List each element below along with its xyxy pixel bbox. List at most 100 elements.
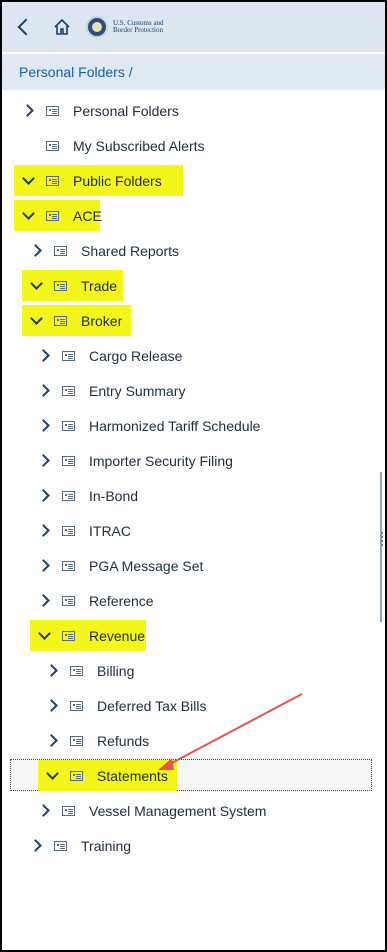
chevron-down-icon[interactable] xyxy=(38,618,52,653)
tree-item-label[interactable]: Shared Reports xyxy=(81,243,179,259)
tree-row[interactable]: Cargo Release xyxy=(2,338,385,373)
pane-divider[interactable] xyxy=(380,472,382,622)
tree-row[interactable]: Harmonized Tariff Schedule xyxy=(2,408,385,443)
tree-item-label[interactable]: Refunds xyxy=(97,733,149,749)
folder-icon xyxy=(54,840,67,851)
folder-icon xyxy=(62,490,75,501)
breadcrumb: Personal Folders / xyxy=(2,54,385,90)
chevron-right-icon[interactable] xyxy=(30,233,44,268)
tree-item-label[interactable]: ITRAC xyxy=(89,523,131,539)
tree-item-label[interactable]: Deferred Tax Bills xyxy=(97,698,206,714)
folder-icon xyxy=(62,560,75,571)
tree-item-label[interactable]: Billing xyxy=(97,663,134,679)
folder-icon xyxy=(62,420,75,431)
folder-icon xyxy=(62,385,75,396)
folder-icon xyxy=(62,350,75,361)
tree-row[interactable]: In-Bond xyxy=(2,478,385,513)
folder-icon xyxy=(46,210,59,221)
chevron-down-icon[interactable] xyxy=(22,198,36,233)
chevron-right-icon[interactable] xyxy=(46,688,60,723)
breadcrumb-link[interactable]: Personal Folders / xyxy=(19,64,133,80)
tree-item-label[interactable]: Harmonized Tariff Schedule xyxy=(89,418,260,434)
tree-item-label[interactable]: PGA Message Set xyxy=(89,558,203,574)
tree-item-label[interactable]: Revenue xyxy=(89,628,145,644)
folder-icon xyxy=(46,140,59,151)
tree-item-label[interactable]: Trade xyxy=(81,278,117,294)
folder-icon xyxy=(62,595,75,606)
folder-icon xyxy=(54,315,67,326)
folder-icon xyxy=(70,665,83,676)
tree-item-label[interactable]: Cargo Release xyxy=(89,348,182,364)
tree-row[interactable]: Public Folders xyxy=(2,163,385,198)
tree-row[interactable]: Refunds xyxy=(2,723,385,758)
tree-row[interactable]: Billing xyxy=(2,653,385,688)
chevron-right-icon[interactable] xyxy=(38,793,52,828)
chevron-right-icon[interactable] xyxy=(38,513,52,548)
folder-icon xyxy=(62,455,75,466)
tree-item-label[interactable]: My Subscribed Alerts xyxy=(73,138,205,154)
tree-row[interactable]: Personal Folders xyxy=(2,93,385,128)
resize-grip-icon[interactable] xyxy=(381,532,385,546)
chevron-right-icon[interactable] xyxy=(46,723,60,758)
tree-item-label[interactable]: Statements xyxy=(97,768,168,784)
chevron-right-icon[interactable] xyxy=(38,443,52,478)
tree-row[interactable]: Statements xyxy=(2,758,385,793)
tree-row[interactable]: Importer Security Filing xyxy=(2,443,385,478)
tree-row[interactable]: Trade xyxy=(2,268,385,303)
chevron-right-icon[interactable] xyxy=(38,408,52,443)
app-frame: U.S. Customs and Border Protection Perso… xyxy=(0,0,387,952)
tree-row[interactable]: Revenue xyxy=(2,618,385,653)
tree-item-label[interactable]: In-Bond xyxy=(89,488,138,504)
tree-item-label[interactable]: Broker xyxy=(81,313,122,329)
chevron-right-icon[interactable] xyxy=(38,548,52,583)
tree-row[interactable]: Entry Summary xyxy=(2,373,385,408)
chevron-down-icon[interactable] xyxy=(22,163,36,198)
tree-item-label[interactable]: Entry Summary xyxy=(89,383,185,399)
chevron-left-icon[interactable] xyxy=(17,18,35,36)
tree-row[interactable]: ITRAC xyxy=(2,513,385,548)
tree-row[interactable]: Broker xyxy=(2,303,385,338)
chevron-right-icon[interactable] xyxy=(46,653,60,688)
tree-item-label[interactable]: Vessel Management System xyxy=(89,803,266,819)
folder-icon xyxy=(46,105,59,116)
tree-item-label[interactable]: ACE xyxy=(73,208,102,224)
tree-row[interactable]: ACE xyxy=(2,198,385,233)
chevron-down-icon[interactable] xyxy=(46,758,60,793)
tree-row[interactable]: Shared Reports xyxy=(2,233,385,268)
logo-text: U.S. Customs and Border Protection xyxy=(113,20,183,34)
folder-icon xyxy=(62,525,75,536)
chevron-right-icon[interactable] xyxy=(38,338,52,373)
chevron-down-icon[interactable] xyxy=(30,268,44,303)
folder-tree: Personal Folders My Subscribed Alerts Publ… xyxy=(2,93,385,863)
tree-row[interactable]: Training xyxy=(2,828,385,863)
tree-item-label[interactable]: Personal Folders xyxy=(73,103,179,119)
tree-row[interactable]: Reference xyxy=(2,583,385,618)
chevron-right-icon[interactable] xyxy=(22,93,36,128)
folder-icon xyxy=(54,280,67,291)
tree-item-label[interactable]: Public Folders xyxy=(73,173,162,189)
tree-item-label[interactable]: Importer Security Filing xyxy=(89,453,233,469)
folder-icon xyxy=(70,770,83,781)
folder-icon xyxy=(62,630,75,641)
logo-line-2: Border Protection xyxy=(113,26,163,34)
tree-item-label[interactable]: Reference xyxy=(89,593,154,609)
folder-icon xyxy=(70,700,83,711)
folder-icon xyxy=(62,805,75,816)
chevron-right-icon[interactable] xyxy=(38,373,52,408)
cbp-seal-icon xyxy=(86,16,108,38)
tree-row[interactable]: Vessel Management System xyxy=(2,793,385,828)
chevron-right-icon[interactable] xyxy=(38,478,52,513)
top-bar: U.S. Customs and Border Protection xyxy=(2,2,385,52)
folder-icon xyxy=(70,735,83,746)
folder-icon xyxy=(54,245,67,256)
home-icon[interactable] xyxy=(52,17,72,37)
chevron-down-icon[interactable] xyxy=(30,303,44,338)
chevron-right-icon[interactable] xyxy=(30,828,44,863)
tree-row[interactable]: Deferred Tax Bills xyxy=(2,688,385,723)
folder-icon xyxy=(46,175,59,186)
tree-row[interactable]: My Subscribed Alerts xyxy=(2,128,385,163)
tree-item-label[interactable]: Training xyxy=(81,838,131,854)
tree-row[interactable]: PGA Message Set xyxy=(2,548,385,583)
chevron-right-icon[interactable] xyxy=(38,583,52,618)
